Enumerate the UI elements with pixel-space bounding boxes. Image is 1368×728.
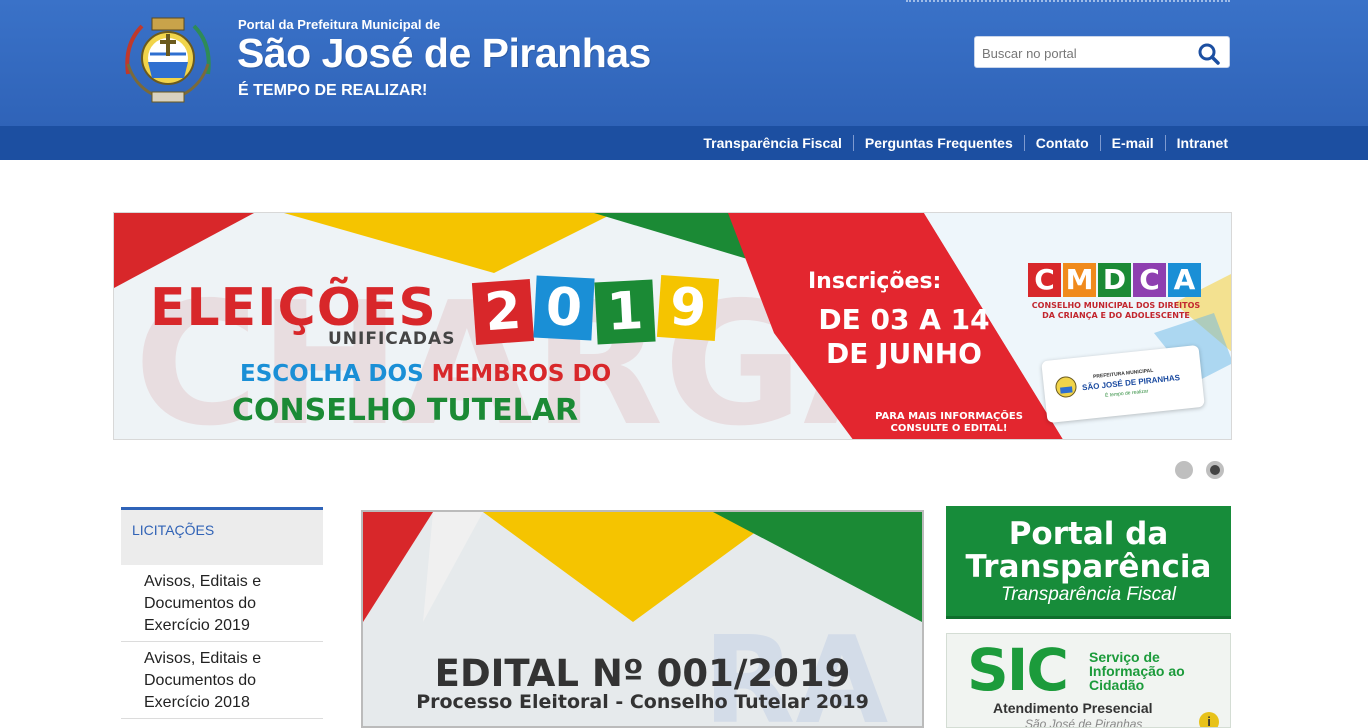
- banner-dates-line1: DE 03 A 14: [818, 303, 990, 336]
- search-icon[interactable]: [1197, 42, 1221, 66]
- nav-link-transparencia-fiscal[interactable]: Transparência Fiscal: [692, 135, 853, 151]
- card-line3: É tempo de realizar: [1104, 388, 1149, 399]
- cmdca-letter: C: [1133, 263, 1166, 297]
- site-header: Portal da Prefeitura Municipal de São Jo…: [0, 0, 1368, 126]
- banner-dates-line2: DE JUNHO: [826, 337, 982, 370]
- carousel-dot-2[interactable]: [1206, 461, 1224, 479]
- sidebar-licitacoes: LICITAÇÕES Avisos, Editais e Documentos …: [121, 507, 323, 719]
- nav-link-perguntas-frequentes[interactable]: Perguntas Frequentes: [852, 135, 1024, 151]
- header-dotted-line: [906, 0, 1230, 3]
- nav-links: Transparência Fiscal Perguntas Frequente…: [692, 126, 1234, 160]
- transparencia-title-line2: Transparência: [965, 549, 1212, 585]
- cmdca-letter: M: [1063, 263, 1096, 297]
- search-input[interactable]: [982, 44, 1182, 62]
- sic-desc-line3: Cidadão: [1089, 677, 1145, 693]
- search-box: [974, 36, 1230, 68]
- news-title: EDITAL Nº 001/2019: [434, 652, 851, 695]
- info-icon: i: [1199, 712, 1219, 727]
- transparencia-subtitle: Transparência Fiscal: [1001, 584, 1176, 605]
- banner-escolha-text: ESCOLHA DOS MEMBROS DO: [240, 361, 611, 387]
- cmdca-subtitle: CONSELHO MUNICIPAL DOS DIREITOS DA CRIAN…: [1031, 301, 1201, 320]
- sic-atendimento: Atendimento Presencial: [993, 700, 1153, 716]
- cmdca-letter: C: [1028, 263, 1061, 297]
- news-subtitle: Processo Eleitoral - Conselho Tutelar 20…: [416, 691, 869, 713]
- banner-conselho-text: CONSELHO TUTELAR: [232, 393, 579, 428]
- nav-link-contato[interactable]: Contato: [1023, 135, 1100, 151]
- site-slogan: É TEMPO DE REALIZAR!: [238, 82, 428, 99]
- sic-description: Serviço de Informação ao Cidadão: [1089, 650, 1185, 692]
- sidebar-heading[interactable]: LICITAÇÕES: [121, 507, 323, 565]
- nav-link-intranet[interactable]: Intranet: [1164, 135, 1234, 151]
- sic-location: São José de Piranhas: [1025, 717, 1143, 728]
- year-digit-3: 1: [594, 279, 656, 345]
- sic-button[interactable]: SIC Serviço de Informação ao Cidadão Ate…: [946, 633, 1231, 728]
- city-coat-of-arms-icon[interactable]: [122, 14, 214, 106]
- sic-acronym: SIC: [967, 636, 1069, 704]
- news-highlight[interactable]: RA EDITAL Nº 001/2019 Processo Eleitoral…: [361, 510, 924, 728]
- carousel-banner[interactable]: CHARGA ELEIÇÕES 2 0 1 9 UNIFICADAS ESCOL…: [113, 212, 1232, 440]
- banner-unificadas-text: UNIFICADAS: [328, 329, 456, 349]
- banner-dates: DE 03 A 14 DE JUNHO: [804, 303, 1004, 371]
- portal-transparencia-button[interactable]: Portal da Transparência Transparência Fi…: [946, 506, 1231, 619]
- year-digit-2: 0: [533, 275, 595, 341]
- sidebar-item-editais-2018[interactable]: Avisos, Editais e Documentos do Exercíci…: [121, 642, 323, 719]
- year-digit-1: 2: [471, 279, 535, 345]
- sic-desc-line2: Informação ao: [1089, 663, 1185, 679]
- cmdca-logo: C M D C A: [1028, 263, 1203, 297]
- sidebar-item-editais-2019[interactable]: Avisos, Editais e Documentos do Exercíci…: [121, 565, 323, 642]
- top-navbar: Transparência Fiscal Perguntas Frequente…: [0, 126, 1368, 160]
- site-title[interactable]: São José de Piranhas: [237, 30, 651, 77]
- cmdca-letter: D: [1098, 263, 1131, 297]
- banner-info-text: PARA MAIS INFORMAÇÕES CONSULTE O EDITAL!: [875, 411, 1023, 434]
- year-digit-4: 9: [656, 275, 720, 341]
- cmdca-letter: A: [1168, 263, 1201, 297]
- city-coat-of-arms-icon: [1055, 376, 1077, 398]
- carousel-pagination: [1175, 461, 1224, 479]
- nav-link-email[interactable]: E-mail: [1099, 135, 1165, 151]
- transparencia-title-line1: Portal da: [1008, 516, 1169, 552]
- sic-desc-line1: Serviço de: [1089, 649, 1160, 665]
- carousel-dot-1[interactable]: [1175, 461, 1193, 479]
- banner-escolha-part2: MEMBROS DO: [431, 361, 612, 387]
- banner-escolha-part1: ESCOLHA DOS: [240, 361, 432, 387]
- banner-inscricoes-text: Inscrições:: [808, 269, 942, 294]
- transparencia-title: Portal da Transparência: [946, 518, 1231, 584]
